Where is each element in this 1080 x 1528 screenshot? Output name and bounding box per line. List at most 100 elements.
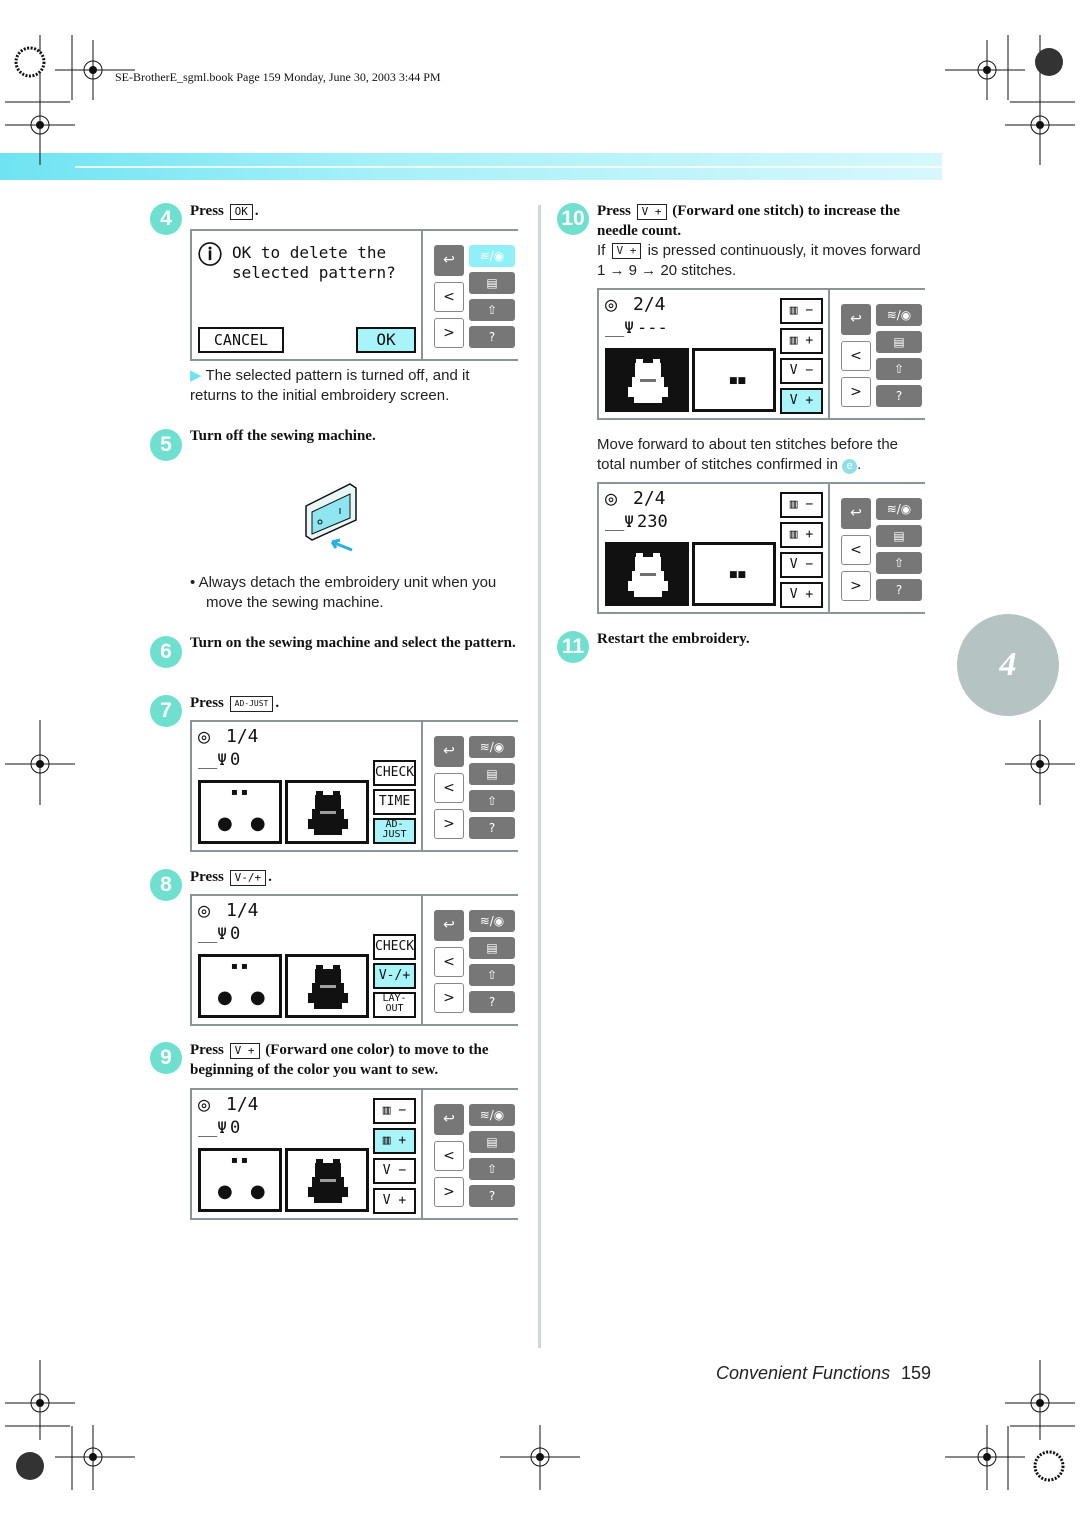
back-button[interactable]: ↩ (434, 1104, 464, 1135)
back-button[interactable]: ↩ (841, 498, 871, 529)
color-counter: 1/4 (226, 900, 259, 921)
lcd-button[interactable]: ▥ + (373, 1128, 416, 1154)
lcd-button[interactable]: V + (780, 388, 823, 414)
previous-button[interactable]: < (841, 341, 871, 371)
lcd-screen: ◎ 1/4 __Ψ 0 ▪ ▪ ● ● CHECK TIME AD- JUST (192, 722, 423, 850)
lcd-button[interactable]: V − (780, 552, 823, 578)
lcd-button[interactable]: ▥ − (373, 1098, 416, 1124)
color-counter: 1/4 (226, 1094, 259, 1115)
lcd-button[interactable]: AD- JUST (373, 818, 416, 844)
frame-move-icon[interactable]: ⇧ (469, 1158, 515, 1180)
step-11-title: Restart the embroidery. (597, 631, 750, 647)
frame-move-icon[interactable]: ⇧ (469, 790, 515, 812)
previous-button[interactable]: < (434, 282, 464, 312)
page-number: 159 (901, 1363, 932, 1383)
help-icon[interactable]: ? (876, 385, 922, 407)
next-button[interactable]: > (841, 377, 871, 407)
needle-icon: __Ψ (198, 1118, 227, 1137)
lcd-screen: ◎ 2/4 __Ψ 230 ■■ ▥ − ▥ + V − V + (599, 484, 830, 612)
embroidery-edit-icon[interactable]: ≋/◉ (469, 736, 515, 758)
next-button[interactable]: > (434, 809, 464, 839)
frame-move-icon[interactable]: ⇧ (876, 358, 922, 380)
lcd-button[interactable]: V − (780, 358, 823, 384)
lcd-button[interactable]: V-/+ (373, 963, 416, 989)
frame-move-icon[interactable]: ⇧ (469, 964, 515, 986)
side-button-panel: ↩ < > ≋/◉ ▤ ⇧? (423, 1090, 518, 1218)
back-button[interactable]: ↩ (434, 736, 464, 767)
power-switch-illustration (305, 483, 357, 552)
next-button[interactable]: > (434, 318, 464, 348)
lcd-panel-embroidery: ◎ 1/4 __Ψ 0 ▪ ▪ ● ● CHECK TIME AD- JUST ↩ < > ≋/◉ ▤ ⇧? (190, 720, 518, 852)
list-icon[interactable]: ▤ (469, 1131, 515, 1153)
lcd-button[interactable]: ▥ − (780, 298, 823, 324)
back-button[interactable]: ↩ (434, 910, 464, 941)
lcd-button[interactable]: ▥ + (780, 522, 823, 548)
frame-move-icon[interactable]: ⇧ (469, 299, 515, 321)
step-number: 6 (150, 636, 182, 668)
step-10-note: If V + is pressed continuously, it moves… (597, 242, 921, 279)
step-number: 11 (557, 631, 589, 663)
lcd-button[interactable]: LAY- OUT (373, 992, 416, 1018)
lcd-button[interactable]: CHECK (373, 934, 416, 960)
lcd-button[interactable]: ▥ − (780, 492, 823, 518)
list-icon[interactable]: ▤ (876, 331, 922, 353)
list-icon[interactable]: ▤ (469, 272, 515, 294)
side-button-panel: ↩ < > ≋/◉ ▤ ⇧? (423, 722, 518, 850)
frame-move-icon[interactable]: ⇧ (876, 552, 922, 574)
color-spool-icon: ◎ (605, 486, 618, 510)
step-number: 8 (150, 869, 182, 901)
previous-button[interactable]: < (434, 947, 464, 977)
ok-key-icon: OK (229, 203, 253, 220)
full-preview (605, 348, 689, 412)
step-number: 9 (150, 1042, 182, 1074)
embroidery-edit-icon[interactable]: ≋/◉ (876, 304, 922, 326)
step-reference-badge: e (842, 459, 858, 474)
cancel-button[interactable]: CANCEL (198, 327, 284, 353)
lcd-button[interactable]: V + (780, 582, 823, 608)
previous-button[interactable]: < (841, 535, 871, 565)
detail-preview: ■■ (692, 542, 776, 606)
back-button[interactable]: ↩ (434, 245, 464, 276)
lcd-button[interactable]: V + (373, 1188, 416, 1214)
adjust-key-icon: AD-JUST (229, 695, 274, 712)
back-button[interactable]: ↩ (841, 304, 871, 335)
forward-stitch-key-icon: V + (636, 203, 667, 220)
help-icon[interactable]: ? (469, 991, 515, 1013)
lcd-panel-embroidery: ◎ 1/4 __Ψ 0 ▪ ▪ ● ● CHECK V-/+ LAY- OUT ↩ < > ≋/◉ ▤ ⇧? (190, 894, 518, 1026)
embroidery-edit-icon[interactable]: ≋/◉ (469, 245, 515, 267)
step-10-text: Move forward to about ten stitches befor… (597, 436, 899, 474)
lcd-panel-stitch-230: ◎ 2/4 __Ψ 230 ■■ ▥ − ▥ + V − V + ↩ < > ≋/◉ ▤ ⇧? (597, 482, 925, 614)
lcd-panel-delete-confirm: ⓘ OK to delete the selected pattern? CANCEL… (190, 229, 518, 361)
list-icon[interactable]: ▤ (876, 525, 922, 547)
lcd-panel-forward-stitch: ◎ 2/4 __Ψ --- ■■ ▥ − ▥ + V − V + ↩ < > ≋/◉ ▤ ⇧? (597, 288, 925, 420)
color-spool-icon: ◎ (198, 724, 211, 748)
embroidery-edit-icon[interactable]: ≋/◉ (876, 498, 922, 520)
step-6-title: Turn on the sewing machine and select th… (190, 635, 516, 651)
lcd-button[interactable]: V − (373, 1158, 416, 1184)
stitch-counter: 0 (230, 1118, 241, 1138)
chapter-tab: 4 (957, 614, 1059, 716)
needle-key-icon: V-/+ (229, 869, 267, 886)
lcd-button[interactable]: TIME (373, 789, 416, 815)
embroidery-edit-icon[interactable]: ≋/◉ (469, 1104, 515, 1126)
help-icon[interactable]: ? (469, 326, 515, 348)
ok-button[interactable]: OK (356, 327, 416, 353)
list-icon[interactable]: ▤ (469, 937, 515, 959)
help-icon[interactable]: ? (469, 817, 515, 839)
needle-icon: __Ψ (198, 924, 227, 943)
next-button[interactable]: > (434, 983, 464, 1013)
list-icon[interactable]: ▤ (469, 763, 515, 785)
lcd-button[interactable]: ▥ + (780, 328, 823, 354)
step-number: 4 (150, 203, 182, 235)
previous-button[interactable]: < (434, 1141, 464, 1171)
lcd-button[interactable]: CHECK (373, 760, 416, 786)
result-arrow-icon: ▶ (190, 367, 202, 384)
embroidery-edit-icon[interactable]: ≋/◉ (469, 910, 515, 932)
help-icon[interactable]: ? (876, 579, 922, 601)
footer-section: Convenient Functions (716, 1363, 891, 1383)
help-icon[interactable]: ? (469, 1185, 515, 1207)
color-spool-icon: ◎ (605, 292, 618, 316)
next-button[interactable]: > (434, 1177, 464, 1207)
previous-button[interactable]: < (434, 773, 464, 803)
next-button[interactable]: > (841, 571, 871, 601)
